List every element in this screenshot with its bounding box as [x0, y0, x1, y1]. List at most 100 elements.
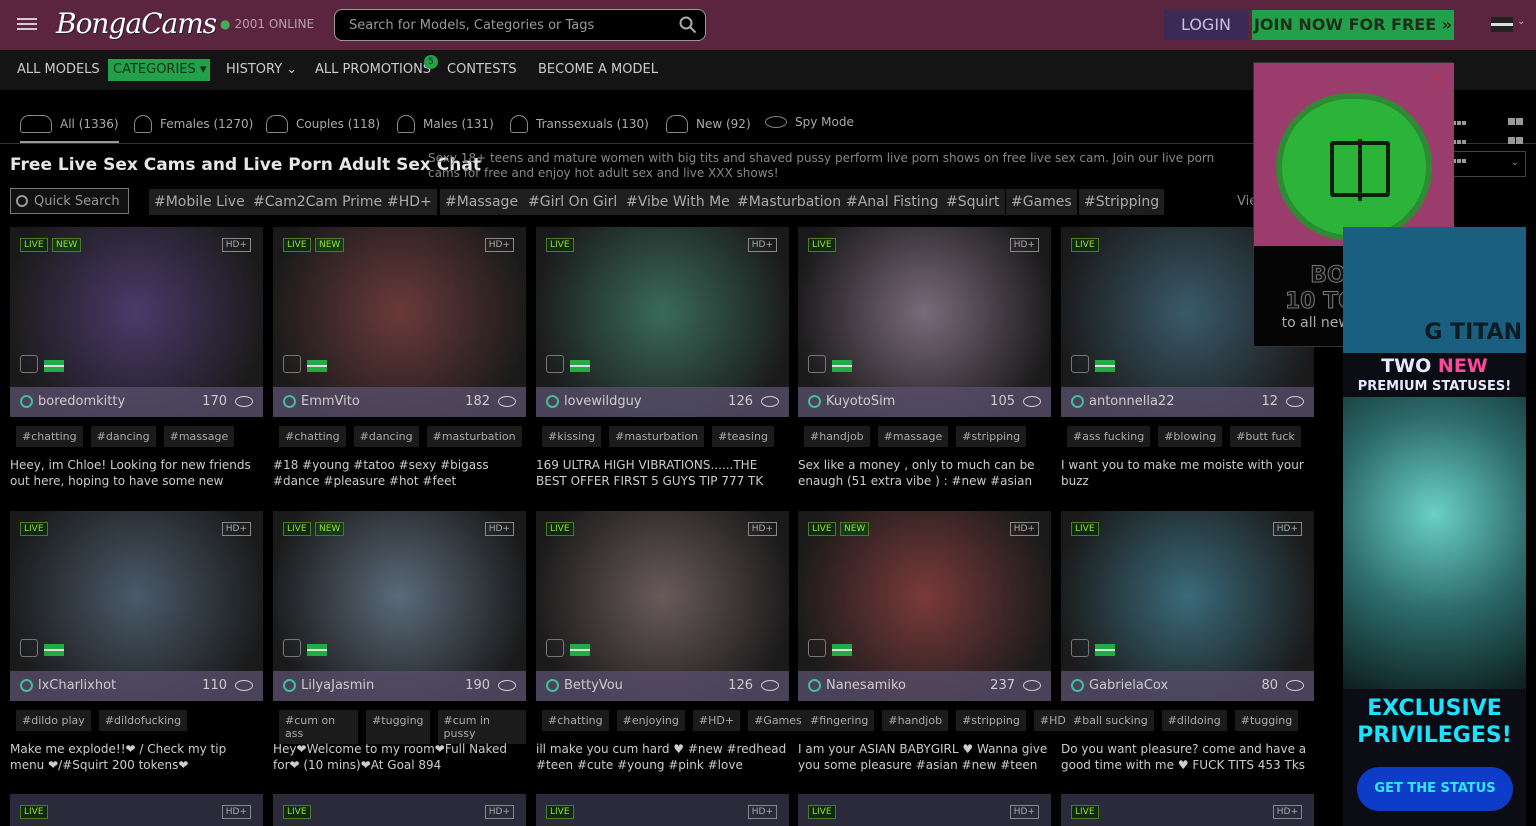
- live-badge: LIVE: [546, 805, 574, 819]
- get-status-button[interactable]: GET THE STATUS: [1357, 767, 1513, 811]
- model-tag[interactable]: #cum on ass: [279, 710, 359, 744]
- model-thumbnail[interactable]: LIVE NEW HD+ LilyaJasmin 190: [273, 511, 526, 701]
- model-tag[interactable]: #Games: [748, 710, 808, 731]
- hd-badge: HD+: [747, 805, 777, 819]
- model-tag[interactable]: #cum in pussy: [437, 710, 526, 744]
- ad-model-image: [1343, 397, 1526, 689]
- search-input[interactable]: Search for Models, Categories or Tags: [334, 9, 706, 41]
- grid-small-icon[interactable]: [1452, 111, 1470, 163]
- model-thumbnail[interactable]: LIVE HD+: [798, 794, 1051, 826]
- model-tag[interactable]: #fingering: [804, 710, 875, 731]
- model-tag[interactable]: #handjob: [882, 710, 949, 731]
- new-badge: NEW: [315, 238, 345, 252]
- model-thumbnail[interactable]: LIVE NEW HD+ EmmVito 182: [273, 227, 526, 417]
- model-thumbnail[interactable]: LIVE HD+ BettyVou 126: [536, 511, 789, 701]
- model-tag[interactable]: #stripping: [956, 710, 1026, 731]
- model-tag[interactable]: #teasing: [712, 426, 774, 447]
- model-tag[interactable]: #chatting: [542, 710, 609, 731]
- model-thumbnail[interactable]: LIVE HD+: [10, 794, 263, 826]
- language-flag-icon[interactable]: [1491, 17, 1513, 32]
- tag-chip[interactable]: #Masturbation: [732, 189, 847, 215]
- model-info-bar: EmmVito 182: [273, 387, 526, 417]
- tag-chip[interactable]: #Stripping: [1079, 189, 1165, 215]
- menu-icon[interactable]: [17, 15, 39, 35]
- tag-chip[interactable]: #Mobile Live: [149, 189, 250, 215]
- model-tag[interactable]: #tugging: [366, 710, 430, 744]
- tag-chip[interactable]: #Vibe With Me: [621, 189, 735, 215]
- hd-badge: HD+: [1009, 805, 1039, 819]
- model-tag[interactable]: #dildoing: [1161, 710, 1227, 731]
- model-topic: Hey❤Welcome to my room❤Full Naked for❤ (…: [273, 742, 508, 772]
- model-tag[interactable]: #chatting: [279, 426, 346, 447]
- model-tag[interactable]: #ball sucking: [1067, 710, 1154, 731]
- new-badge: NEW: [52, 238, 82, 252]
- eye-icon: [761, 680, 779, 691]
- nav-history[interactable]: HISTORY ⌄: [226, 62, 297, 77]
- model-tag[interactable]: #stripping: [956, 426, 1027, 447]
- hd-badge: HD+: [1272, 805, 1302, 819]
- sort-select[interactable]: ⌄: [1453, 151, 1526, 177]
- nav-promotions[interactable]: ALL PROMOTIONS: [315, 62, 431, 77]
- model-tag[interactable]: #massage: [163, 426, 235, 447]
- model-tag[interactable]: #dildofucking: [98, 710, 188, 731]
- model-thumbnail[interactable]: LIVE NEW HD+ Nanesamiko 237: [798, 511, 1051, 701]
- model-name: LilyaJasmin: [301, 678, 375, 693]
- model-tag[interactable]: #blowing: [1158, 426, 1223, 447]
- model-tag[interactable]: #handjob: [804, 426, 870, 447]
- model-thumbnail[interactable]: LIVE NEW HD+ boredomkitty 170: [10, 227, 263, 417]
- nav-all-models[interactable]: ALL MODELS: [17, 62, 100, 77]
- live-badge: LIVE: [808, 805, 836, 819]
- premium-ad-banner[interactable]: G TITAN TWO NEW PREMIUM STATUSES! EXCLUS…: [1343, 227, 1526, 826]
- model-thumbnail[interactable]: LIVE HD+: [273, 794, 526, 826]
- join-button[interactable]: JOIN NOW FOR FREE »: [1252, 10, 1454, 40]
- model-thumbnail[interactable]: LIVE HD+: [536, 794, 789, 826]
- tab-new[interactable]: New (92): [666, 115, 751, 133]
- model-tag[interactable]: #dildo play: [16, 710, 91, 731]
- tab-transsexuals[interactable]: Transsexuals (130): [510, 115, 649, 133]
- model-tag[interactable]: #kissing: [542, 426, 602, 447]
- login-button[interactable]: LOGIN: [1164, 10, 1248, 40]
- tab-all[interactable]: All (1336): [20, 115, 119, 143]
- tag-chip[interactable]: #Squirt: [941, 189, 1005, 215]
- tag-chip[interactable]: #Cam2Cam Prime: [248, 189, 388, 215]
- live-badge: LIVE: [283, 805, 311, 819]
- model-tag[interactable]: #dancing: [90, 426, 156, 447]
- live-badge: LIVE: [1071, 522, 1099, 536]
- viewer-count: 170: [202, 394, 227, 409]
- model-tag[interactable]: #enjoying: [616, 710, 685, 731]
- model-tag[interactable]: #tugging: [1234, 710, 1299, 731]
- close-icon[interactable]: ✕: [1431, 69, 1444, 88]
- chevron-down-icon[interactable]: ⌄: [1517, 16, 1525, 27]
- model-thumbnail[interactable]: LIVE HD+ GabrielaCox 80: [1061, 511, 1314, 701]
- model-tag[interactable]: #chatting: [16, 426, 83, 447]
- model-tag[interactable]: #massage: [877, 426, 949, 447]
- model-tag[interactable]: #dancing: [353, 426, 419, 447]
- model-tag[interactable]: #masturbation: [426, 426, 522, 447]
- model-tag[interactable]: #masturbation: [609, 426, 705, 447]
- model-thumbnail[interactable]: LIVE HD+ lovewildguy 126: [536, 227, 789, 417]
- model-tag[interactable]: #butt fuck: [1230, 426, 1301, 447]
- tag-chip[interactable]: #HD+: [382, 189, 437, 215]
- nav-contests[interactable]: CONTESTS: [447, 62, 517, 77]
- model-tags: #kissing #masturbation #teasing: [542, 426, 774, 447]
- tag-chip[interactable]: #Massage: [440, 189, 524, 215]
- tag-chip[interactable]: #Girl On Girl: [523, 189, 623, 215]
- tag-chip[interactable]: #Anal Fisting: [841, 189, 944, 215]
- nav-categories[interactable]: CATEGORIES ▾: [108, 59, 210, 81]
- model-thumbnail[interactable]: LIVE HD+ KuyotoSim 105: [798, 227, 1051, 417]
- tag-chip[interactable]: #Games: [1006, 189, 1077, 215]
- model-thumbnail[interactable]: LIVE HD+ lxCharlixhot 110: [10, 511, 263, 701]
- tab-couples[interactable]: Couples (118): [266, 115, 380, 133]
- popup-banner: [1254, 63, 1454, 246]
- tab-males[interactable]: Males (131): [397, 115, 494, 133]
- model-tag[interactable]: #ass fucking: [1067, 426, 1151, 447]
- grid-large-icon[interactable]: [1508, 111, 1526, 144]
- model-thumbnail[interactable]: LIVE HD+: [1061, 794, 1314, 826]
- model-tag[interactable]: #HD+: [692, 710, 741, 731]
- search-icon[interactable]: [679, 16, 697, 34]
- tab-spy-mode[interactable]: Spy Mode: [765, 115, 854, 129]
- tab-females[interactable]: Females (1270): [134, 115, 253, 133]
- logo[interactable]: BongaCams: [56, 7, 217, 40]
- quick-search-input[interactable]: Quick Search: [10, 188, 129, 214]
- nav-become-model[interactable]: BECOME A MODEL: [538, 62, 658, 77]
